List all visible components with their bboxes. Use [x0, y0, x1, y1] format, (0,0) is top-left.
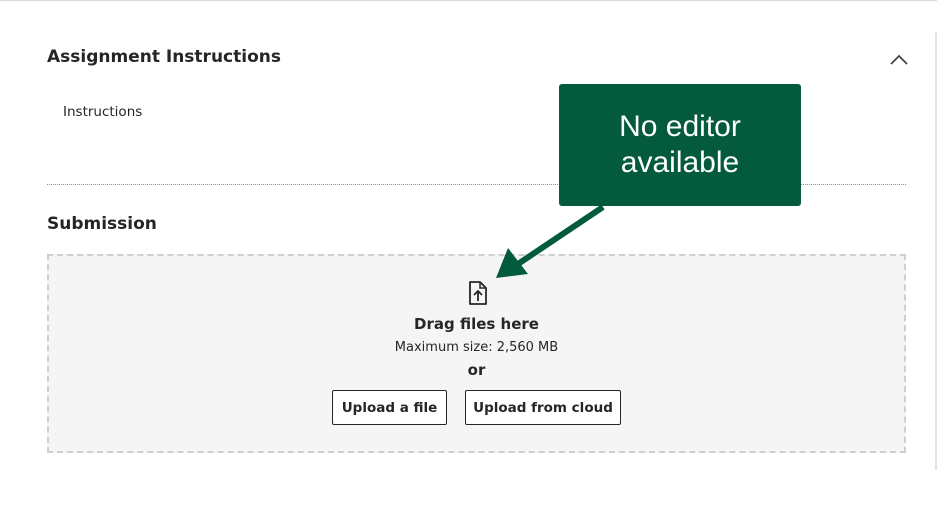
- page: Assignment Instructions Instructions Sub…: [0, 0, 937, 513]
- upload-file-button[interactable]: Upload a file: [332, 390, 447, 425]
- submission-heading: Submission: [47, 214, 157, 234]
- instructions-text: Instructions: [63, 104, 143, 120]
- no-editor-callout: No editor available: [559, 84, 801, 206]
- chevron-up-icon: [890, 54, 908, 65]
- upload-from-cloud-button[interactable]: Upload from cloud: [465, 390, 621, 425]
- top-border: [0, 0, 937, 1]
- or-text: or: [467, 361, 486, 379]
- collapse-instructions-button[interactable]: [884, 46, 914, 72]
- assignment-instructions-heading: Assignment Instructions: [47, 47, 281, 67]
- drag-files-text: Drag files here: [414, 315, 539, 333]
- file-upload-icon: [469, 281, 487, 305]
- max-size-text: Maximum size: 2,560 MB: [394, 340, 559, 355]
- file-dropzone[interactable]: Drag files here Maximum size: 2,560 MB o…: [47, 254, 906, 453]
